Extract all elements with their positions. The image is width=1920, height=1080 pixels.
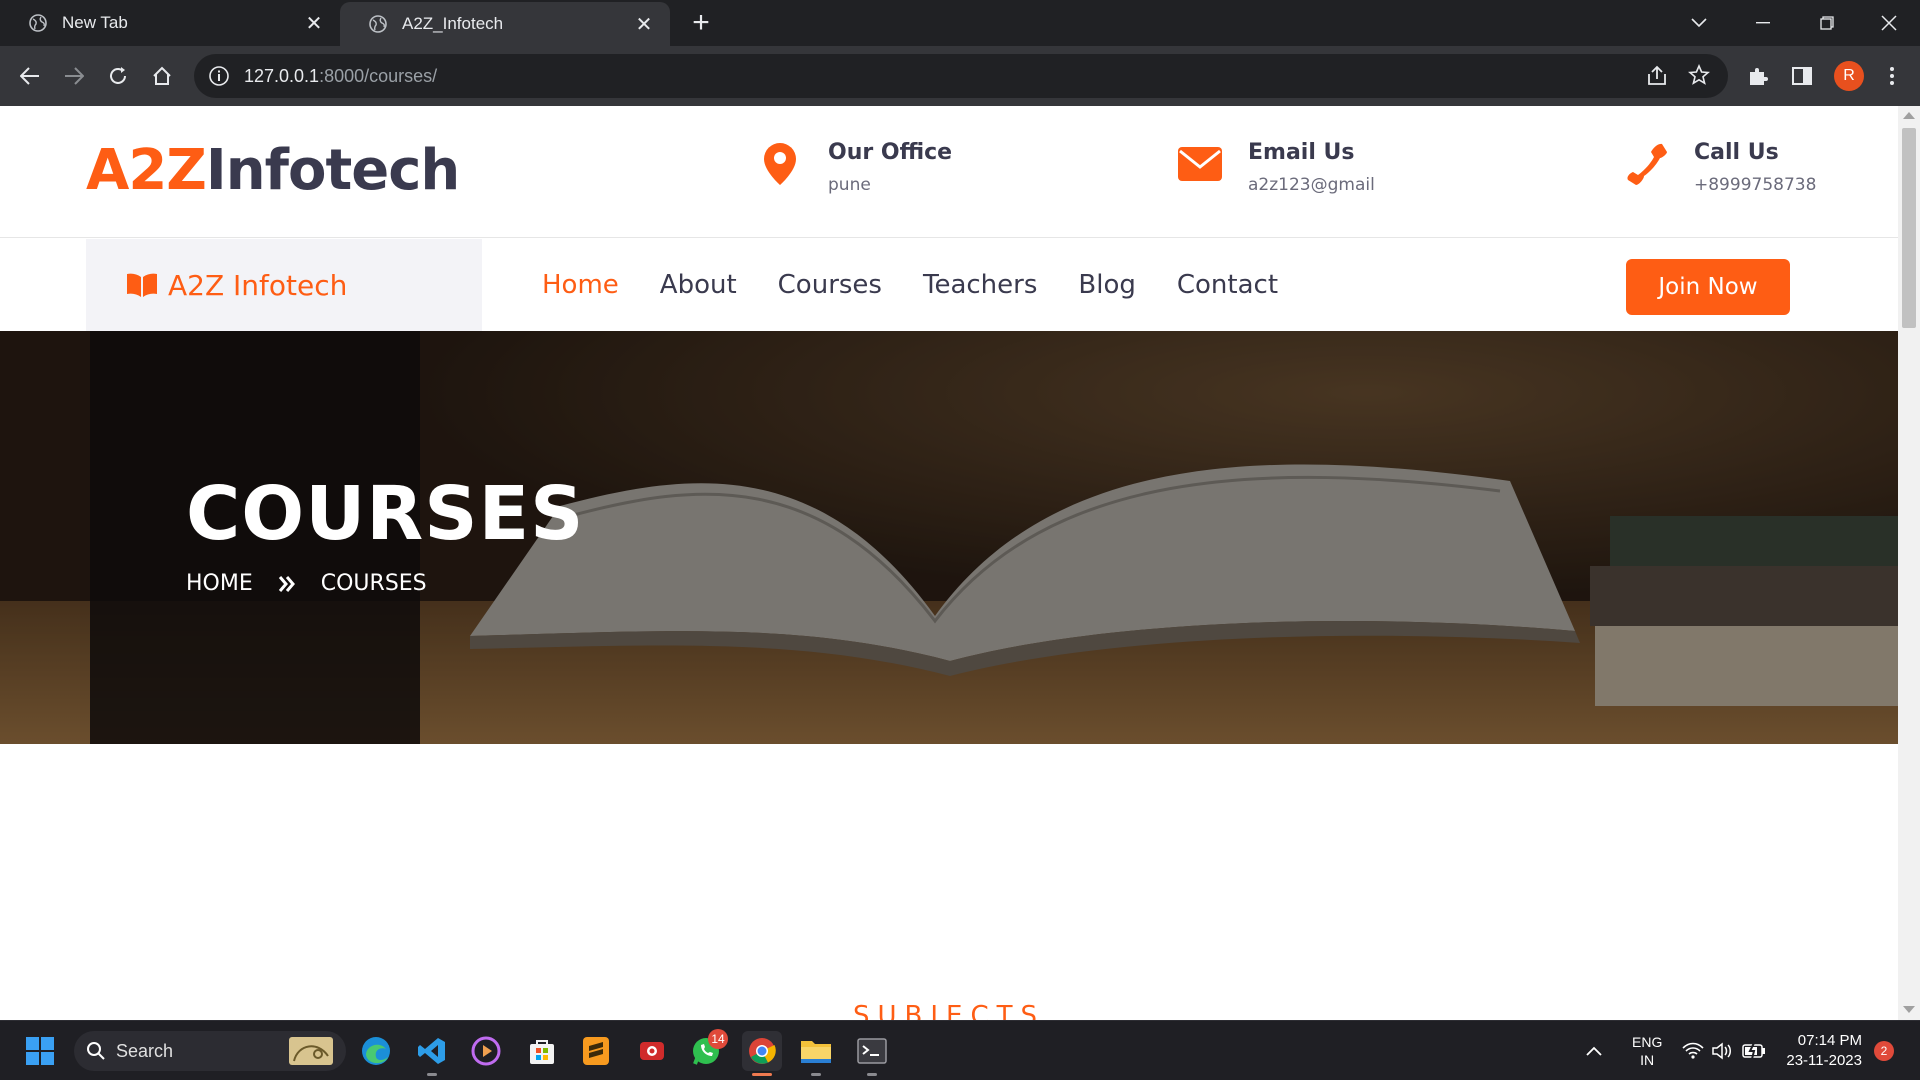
page-title: COURSES (186, 471, 585, 557)
close-tab-icon[interactable]: ✕ (632, 12, 656, 36)
nav-brand-label: A2Z Infotech (168, 268, 348, 302)
media-player-icon[interactable] (466, 1031, 506, 1071)
page-scrollbar[interactable] (1898, 106, 1920, 1020)
windows-taskbar: Search 14 ENG IN 07:14 PM 23-11-2023 2 (0, 1020, 1920, 1080)
clock-date: 23-11-2023 (1786, 1052, 1862, 1069)
nav-courses[interactable]: Courses (778, 270, 882, 300)
clock[interactable]: 07:14 PM 23-11-2023 (1780, 1021, 1862, 1080)
contact-title: Call Us (1694, 140, 1779, 165)
breadcrumb: HOME COURSES (186, 571, 427, 596)
running-indicator (867, 1073, 877, 1076)
breadcrumb-current: COURSES (320, 571, 427, 596)
edge-browser-icon[interactable] (356, 1031, 396, 1071)
nav-blog[interactable]: Blog (1078, 270, 1135, 300)
nav-links: Home About Courses Teachers Blog Contact (542, 239, 1319, 331)
chrome-menu-icon[interactable] (1876, 60, 1908, 92)
battery-charging-icon[interactable] (1742, 1021, 1766, 1080)
contact-value[interactable]: a2z123@gmail (1248, 175, 1375, 195)
envelope-icon (1176, 140, 1224, 188)
share-icon[interactable] (1646, 65, 1668, 92)
tab-label: New Tab (62, 13, 128, 32)
running-indicator (811, 1073, 821, 1076)
taskbar-search[interactable]: Search (74, 1031, 346, 1071)
vscode-icon[interactable] (412, 1031, 452, 1071)
globe-icon (28, 13, 48, 33)
screen-recorder-icon[interactable] (632, 1031, 672, 1071)
minimize-icon[interactable] (1732, 0, 1794, 46)
nav-contact[interactable]: Contact (1177, 270, 1278, 300)
reload-icon[interactable] (102, 60, 134, 92)
notification-badge[interactable]: 2 (1874, 1041, 1894, 1061)
chrome-icon[interactable] (742, 1031, 782, 1071)
running-indicator (427, 1073, 437, 1076)
address-bar[interactable]: 127.0.0.1:8000/courses/ (194, 54, 1728, 98)
browser-tab-bar: New Tab ✕ A2Z_Infotech ✕ + (0, 0, 1920, 46)
contact-phone: Call Us +8999758738 (1622, 140, 1816, 195)
wifi-icon[interactable] (1682, 1021, 1704, 1080)
book-open-icon (127, 273, 157, 297)
terminal-icon[interactable] (852, 1031, 892, 1071)
url-text: 127.0.0.1:8000/courses/ (244, 65, 438, 86)
contact-email: Email Us a2z123@gmail (1176, 140, 1375, 195)
microsoft-store-icon[interactable] (522, 1031, 562, 1071)
scrollbar-thumb[interactable] (1902, 128, 1916, 328)
clock-time: 07:14 PM (1797, 1032, 1862, 1049)
side-panel-icon[interactable] (1786, 60, 1818, 92)
nav-home[interactable]: Home (542, 270, 619, 300)
volume-icon[interactable] (1712, 1021, 1734, 1080)
search-highlight-icon (289, 1037, 333, 1065)
new-tab-button[interactable]: + (686, 8, 716, 38)
page-viewport: A2ZInfotech Our Office pune Email Us a2z… (0, 106, 1898, 1020)
nav-about[interactable]: About (660, 270, 737, 300)
search-icon (87, 1042, 105, 1060)
show-hidden-icons-chevron-icon[interactable] (1586, 1021, 1602, 1080)
nav-brand[interactable]: A2Z Infotech (86, 239, 482, 331)
map-pin-icon (756, 140, 804, 188)
language-indicator[interactable]: ENG IN (1632, 1021, 1662, 1080)
page-hero-banner: COURSES HOME COURSES (0, 331, 1898, 744)
extensions-puzzle-icon[interactable] (1742, 60, 1774, 92)
phone-icon (1622, 140, 1670, 188)
nav-teachers[interactable]: Teachers (923, 270, 1037, 300)
browser-tab-a2z-infotech[interactable]: A2Z_Infotech ✕ (340, 2, 670, 46)
close-window-icon[interactable] (1858, 0, 1920, 46)
close-tab-icon[interactable]: ✕ (302, 11, 326, 35)
browser-tab-new-tab[interactable]: New Tab ✕ (0, 0, 340, 46)
breadcrumb-home[interactable]: HOME (186, 571, 253, 596)
site-top-header: A2ZInfotech Our Office pune Email Us a2z… (0, 106, 1898, 238)
contact-title: Our Office (828, 140, 953, 165)
windows-start-icon[interactable] (20, 1031, 60, 1071)
main-navbar: A2Z Infotech Home About Courses Teachers… (0, 239, 1898, 331)
join-now-button[interactable]: Join Now (1626, 259, 1790, 315)
forward-arrow-icon[interactable] (58, 60, 90, 92)
bookmark-star-icon[interactable] (1688, 63, 1710, 91)
profile-avatar[interactable]: R (1834, 61, 1864, 91)
sublime-text-icon[interactable] (576, 1031, 616, 1071)
scroll-down-arrow-icon[interactable] (1903, 1006, 1915, 1013)
globe-icon (368, 14, 388, 34)
site-info-icon[interactable] (208, 65, 230, 87)
site-logo[interactable]: A2ZInfotech (86, 138, 460, 203)
back-arrow-icon[interactable] (14, 60, 46, 92)
contact-title: Email Us (1248, 140, 1355, 165)
scroll-up-arrow-icon[interactable] (1903, 112, 1915, 119)
restore-icon[interactable] (1796, 0, 1858, 46)
home-icon[interactable] (146, 60, 178, 92)
double-chevron-right-icon (278, 575, 295, 592)
file-explorer-icon[interactable] (796, 1031, 836, 1071)
tab-label: A2Z_Infotech (402, 14, 504, 33)
active-app-indicator (752, 1073, 772, 1076)
subjects-heading: SUBJECTS (853, 1001, 1046, 1020)
contact-value: pune (828, 175, 871, 195)
browser-toolbar: 127.0.0.1:8000/courses/ R (0, 46, 1920, 106)
whatsapp-unread-badge: 14 (708, 1029, 728, 1049)
contact-office: Our Office pune (756, 140, 952, 195)
search-label: Search (116, 1040, 174, 1061)
contact-value[interactable]: +8999758738 (1694, 175, 1816, 195)
tab-search-chevron-icon[interactable] (1668, 0, 1730, 46)
